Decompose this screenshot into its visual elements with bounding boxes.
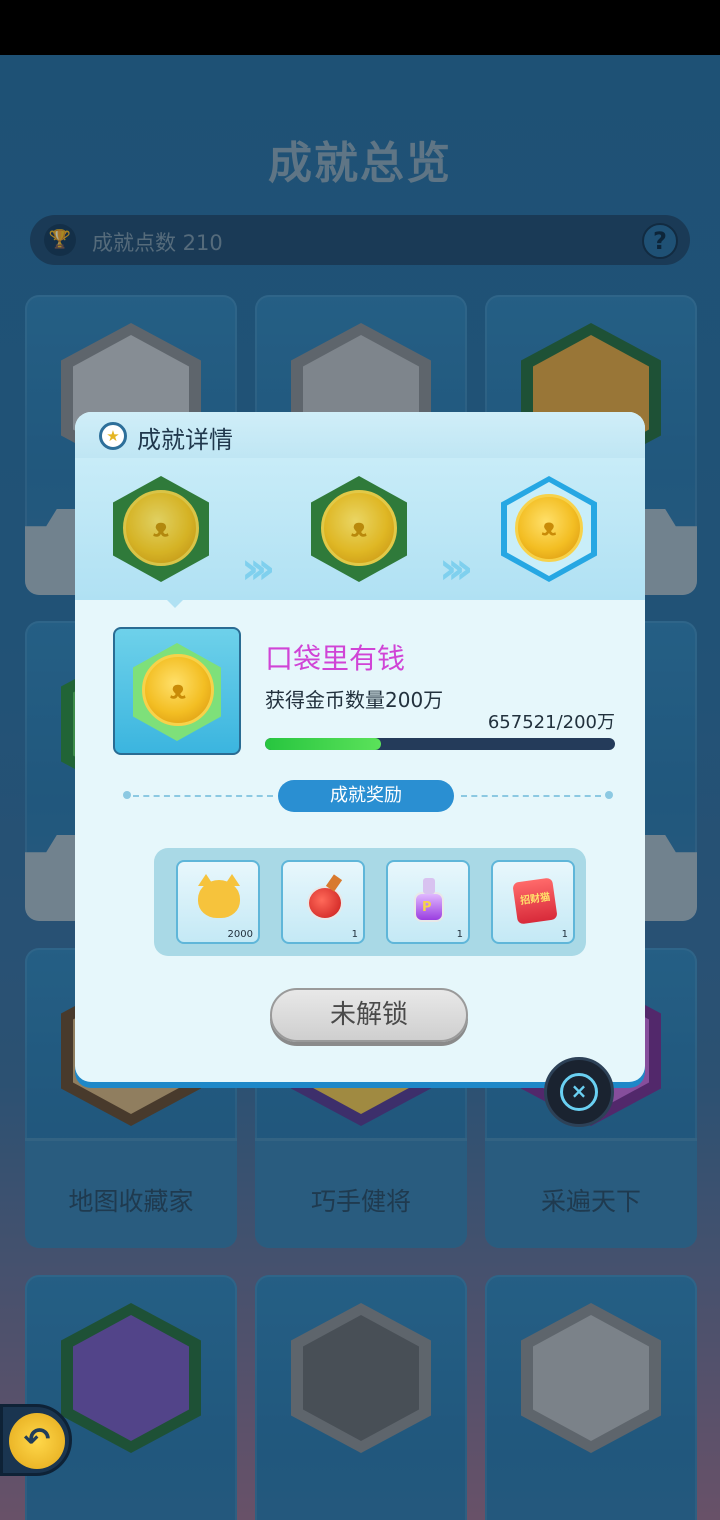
cat-coin-icon bbox=[194, 874, 244, 924]
chevron-right-icon: ››› bbox=[439, 543, 474, 594]
stage-1-coin-badge-icon[interactable]: ᴥ bbox=[113, 476, 209, 582]
close-icon: × bbox=[560, 1073, 598, 1111]
back-button[interactable]: ↶ bbox=[0, 1404, 72, 1476]
reward-item[interactable]: 招财猫 1 bbox=[491, 860, 575, 944]
achievement-progress-fill bbox=[265, 738, 381, 750]
dialog-header: ★ 成就详情 bbox=[75, 412, 645, 458]
divider-dot bbox=[605, 791, 613, 799]
reward-quantity: 1 bbox=[351, 929, 358, 940]
divider-dot bbox=[123, 791, 131, 799]
stage-2-coin-badge-icon[interactable]: ᴥ bbox=[311, 476, 407, 582]
reward-section-title: 成就奖励 bbox=[278, 780, 454, 812]
status-bar bbox=[0, 0, 720, 55]
locked-status-button[interactable]: 未解锁 bbox=[270, 988, 468, 1042]
dialog-title: 成就详情 bbox=[137, 426, 233, 454]
close-dialog-button[interactable]: × bbox=[544, 1057, 614, 1127]
red-potion-icon bbox=[299, 874, 349, 924]
achievement-description: 获得金币数量200万 bbox=[265, 688, 444, 712]
reward-quantity: 1 bbox=[456, 929, 463, 940]
stage-3-coin-badge-icon[interactable]: ᴥ bbox=[501, 476, 597, 582]
selected-stage-pointer bbox=[165, 598, 185, 608]
achievement-progress-bar bbox=[265, 738, 615, 750]
reward-item[interactable]: P 1 bbox=[386, 860, 470, 944]
divider-line bbox=[461, 795, 601, 797]
achievement-name: 口袋里有钱 bbox=[265, 642, 406, 675]
reward-item[interactable]: 2000 bbox=[176, 860, 260, 944]
reward-list: 2000 1 P 1 招财猫 1 bbox=[154, 848, 586, 956]
chevron-right-icon: ››› bbox=[241, 543, 276, 594]
divider-line bbox=[133, 795, 273, 797]
back-arrow-icon: ↶ bbox=[9, 1413, 65, 1469]
achievement-progress-text: 657521/200万 bbox=[487, 712, 615, 733]
achievement-detail-dialog: ★ 成就详情 ᴥ ››› ᴥ ››› ᴥ ᴥ 口袋里有钱 获得金币数量200万 … bbox=[75, 412, 645, 1082]
achievement-coin-icon: ᴥ bbox=[113, 627, 241, 755]
star-shield-icon: ★ bbox=[99, 422, 127, 450]
achievement-stages: ᴥ ››› ᴥ ››› ᴥ bbox=[75, 458, 645, 600]
reward-quantity: 1 bbox=[561, 929, 568, 940]
purple-potion-icon: P bbox=[404, 874, 454, 924]
lucky-cat-card-icon: 招财猫 bbox=[509, 874, 559, 925]
reward-item[interactable]: 1 bbox=[281, 860, 365, 944]
reward-quantity: 2000 bbox=[227, 929, 253, 940]
